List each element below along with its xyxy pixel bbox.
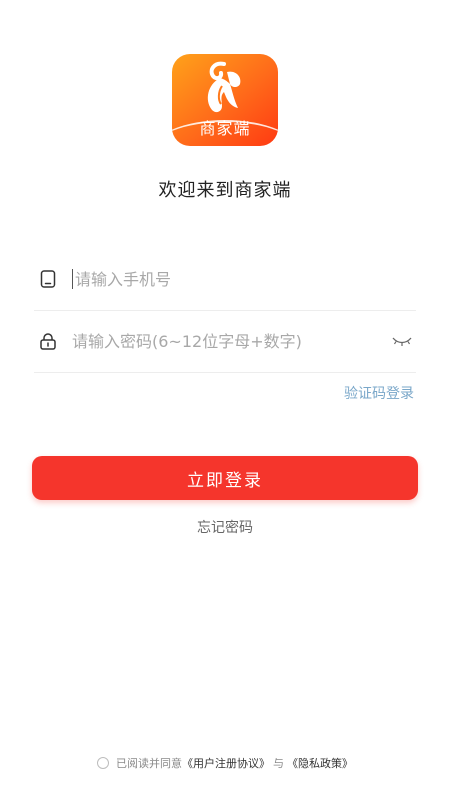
eye-closed-icon[interactable] — [390, 329, 414, 353]
terms-link[interactable]: 《用户注册协议》 — [182, 755, 270, 771]
login-button[interactable]: 立即登录 — [32, 456, 418, 500]
agreement-and: 与 — [273, 757, 284, 770]
phone-icon — [36, 267, 60, 291]
agreement-row: 已阅读并同意 《用户注册协议》 与 《隐私政策》 — [0, 755, 450, 771]
privacy-link[interactable]: 《隐私政策》 — [287, 755, 353, 771]
lock-icon — [36, 329, 60, 353]
app-logo: 商家端 — [172, 54, 278, 146]
welcome-title: 欢迎来到商家端 — [158, 180, 292, 201]
agreement-prefix: 已阅读并同意 — [116, 757, 182, 770]
logo-label: 商家端 — [199, 119, 251, 138]
phone-field — [34, 248, 416, 311]
text-caret — [72, 269, 73, 289]
password-input[interactable] — [72, 331, 390, 351]
agreement-checkbox[interactable] — [97, 757, 109, 769]
forgot-password-link[interactable]: 忘记密码 — [0, 517, 450, 537]
phone-input[interactable] — [75, 269, 416, 289]
password-field — [34, 310, 416, 373]
sms-login-link[interactable]: 验证码登录 — [344, 383, 414, 403]
